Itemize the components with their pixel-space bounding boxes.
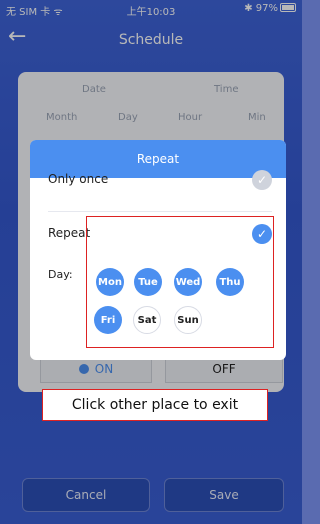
day-fri-button[interactable]: Fri: [94, 306, 122, 334]
repeat-option[interactable]: Repeat ✓: [48, 224, 272, 254]
only-once-label: Only once: [48, 172, 109, 186]
app-screen: 无 SIM 卡 ᯤ 上午10:03 ✱ 97% ← Schedule Date …: [0, 0, 302, 524]
day-tue-button[interactable]: Tue: [134, 268, 162, 296]
day-label: Day:: [48, 268, 73, 281]
day-thu-button[interactable]: Thu: [216, 268, 244, 296]
day-wed-button[interactable]: Wed: [174, 268, 202, 296]
day-sat-button[interactable]: Sat: [133, 306, 161, 334]
check-icon: ✓: [252, 224, 272, 244]
repeat-dialog: Repeat Only once ✓ Repeat ✓ Day: Mon Tue…: [30, 140, 286, 360]
only-once-option[interactable]: Only once ✓: [48, 170, 272, 200]
day-sun-button[interactable]: Sun: [174, 306, 202, 334]
day-mon-button[interactable]: Mon: [96, 268, 124, 296]
repeat-label: Repeat: [48, 226, 91, 240]
check-icon: ✓: [252, 170, 272, 190]
divider: [48, 211, 272, 212]
hint-callout: Click other place to exit: [42, 389, 268, 421]
